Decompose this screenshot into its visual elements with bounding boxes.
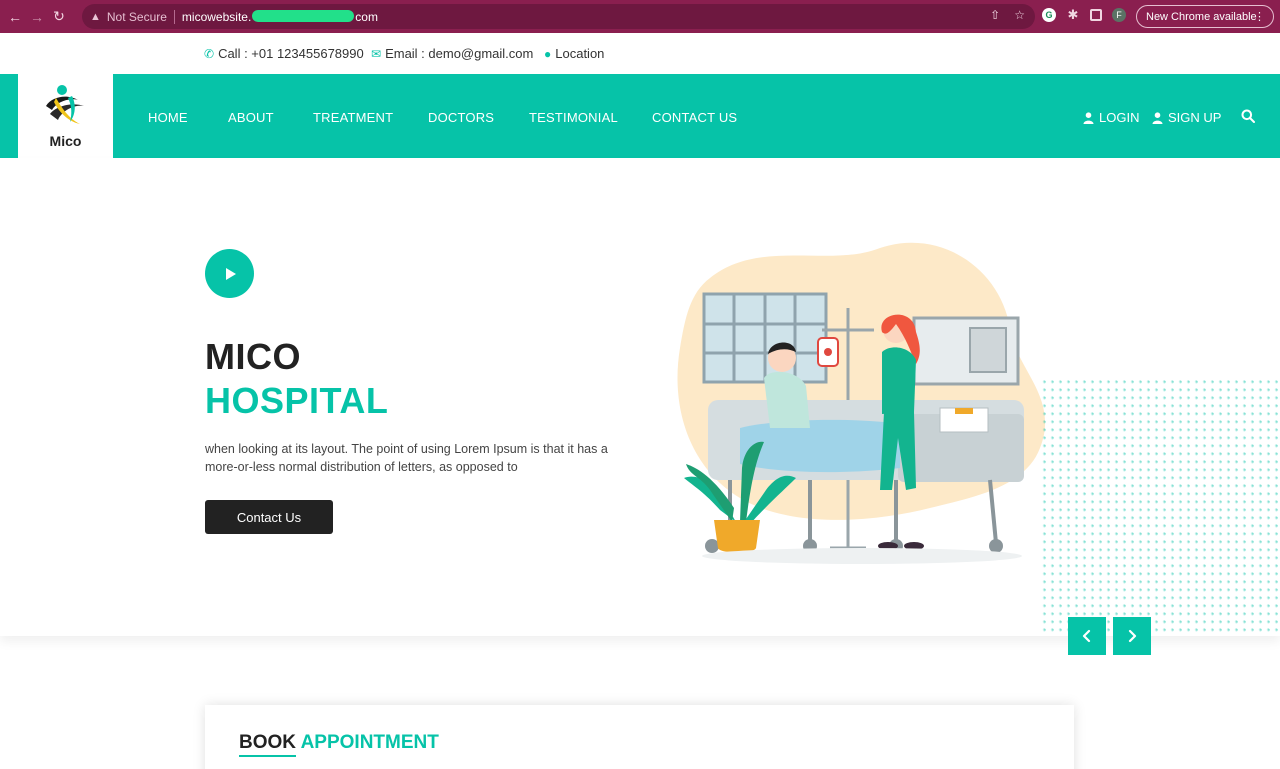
reload-icon[interactable]: ↻: [48, 6, 70, 28]
envelope-icon: ✉: [371, 46, 382, 61]
contact-us-button[interactable]: Contact Us: [205, 500, 333, 534]
address-bar[interactable]: ▲ Not Secure micowebsite. com ⇧ ☆: [82, 4, 1035, 29]
user-icon: [1152, 111, 1163, 124]
nav-about[interactable]: ABOUT: [228, 110, 274, 125]
bookmark-star-icon[interactable]: ☆: [1014, 8, 1025, 22]
appointment-heading: BOOK APPOINTMENT: [239, 732, 439, 753]
hero-slider: MICO HOSPITAL when looking at its layout…: [0, 158, 1280, 636]
location-info[interactable]: ● Location: [544, 46, 604, 61]
extensions-puzzle-icon[interactable]: ✱: [1066, 7, 1080, 22]
share-icon[interactable]: ⇧: [990, 8, 1000, 22]
user-icon: [1083, 111, 1094, 124]
logo-mark-icon: [46, 85, 84, 124]
logo[interactable]: Mico: [18, 74, 113, 158]
phone-icon: ✆: [204, 46, 215, 61]
email-info[interactable]: ✉ Email : demo@gmail.com: [371, 46, 533, 61]
browser-toolbar: ← → ↻ ▲ Not Secure micowebsite. com ⇧ ☆ G…: [0, 0, 1280, 33]
grammarly-extension-icon[interactable]: G: [1042, 8, 1056, 22]
warning-icon: ▲: [90, 10, 101, 23]
security-label: Not Secure: [106, 9, 167, 24]
nav-treatment[interactable]: TREATMENT: [313, 110, 393, 125]
slider-next-button[interactable]: [1113, 617, 1151, 655]
back-icon[interactable]: ←: [4, 6, 26, 28]
hero-description: when looking at its layout. The point of…: [205, 442, 608, 474]
chevron-right-icon: [1128, 629, 1137, 643]
profile-avatar[interactable]: F: [1112, 8, 1126, 22]
hospital-illustration: [677, 242, 1046, 564]
forward-icon[interactable]: →: [26, 6, 48, 28]
nav-testimonial[interactable]: TESTIMONIAL: [529, 110, 618, 125]
more-menu-icon[interactable]: ⋮: [1254, 10, 1265, 23]
search-icon[interactable]: [1241, 109, 1255, 123]
call-info[interactable]: ✆ Call : +01 123455678990: [204, 46, 364, 61]
login-link[interactable]: LOGIN: [1083, 110, 1139, 125]
main-header: Mico HOME ABOUT TREATMENT DOCTORS TESTIM…: [0, 74, 1280, 158]
signup-link[interactable]: SIGN UP: [1152, 110, 1221, 125]
decorative-dot-pattern: [1040, 378, 1280, 636]
hero-title-line1: MICO: [205, 336, 301, 377]
side-panel-icon[interactable]: [1090, 9, 1102, 21]
redaction-mark: [252, 9, 355, 22]
play-video-button[interactable]: [205, 249, 254, 298]
heading-underline: [239, 755, 296, 757]
url-text: micowebsite. com: [181, 9, 378, 24]
hero-title-line2: HOSPITAL: [205, 380, 389, 421]
nav-doctors[interactable]: DOCTORS: [428, 110, 494, 125]
brand-name: Mico: [49, 133, 82, 149]
slider-prev-button[interactable]: [1068, 617, 1106, 655]
nav-contact-us[interactable]: CONTACT US: [652, 110, 737, 125]
book-appointment-card: BOOK APPOINTMENT: [205, 705, 1074, 769]
contact-info-bar: ✆ Call : +01 123455678990 ✉ Email : demo…: [0, 33, 1280, 74]
chevron-left-icon: [1082, 629, 1091, 643]
new-chrome-available-button[interactable]: New Chrome available ⋮: [1136, 5, 1274, 28]
map-pin-icon: ●: [544, 46, 552, 61]
nav-home[interactable]: HOME: [148, 110, 188, 125]
